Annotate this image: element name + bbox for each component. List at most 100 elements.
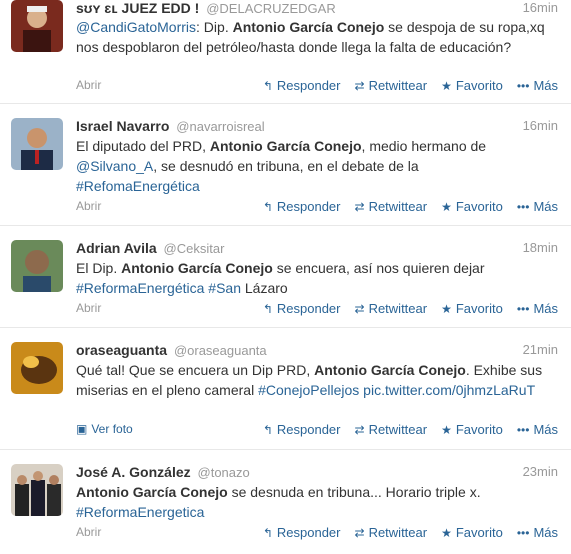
photo-icon: ▣ [76, 422, 88, 436]
tweet-text-segment: Qué tal! Que se encuera un Dip PRD, [76, 362, 315, 378]
fullname[interactable]: Israel Navarro [76, 118, 169, 134]
tweet-item[interactable]: José A. González @tonazo 23min Antonio G… [0, 450, 571, 554]
tweet-footer: Abrir ↰ Responder ⇄ Retwittear ★ Favorito •… [76, 525, 558, 543]
star-icon: ★ [441, 78, 452, 93]
tweet-item[interactable]: sʊʏ ɛʟ JUEZ EDD ! @DELACRUZEDGAR 16min @… [0, 0, 571, 104]
avatar[interactable] [11, 342, 63, 394]
tweet-item[interactable]: oraseaguanta @oraseaguanta 21min Qué tal… [0, 328, 571, 450]
tweet-text-segment: Lázaro [241, 280, 288, 296]
avatar[interactable] [11, 0, 63, 52]
tweet-text-segment: se encuera, así nos quieren dejar [272, 260, 485, 276]
timestamp[interactable]: 16min [523, 0, 558, 15]
hashtag-link[interactable]: #San [208, 280, 241, 296]
screenname[interactable]: @tonazo [198, 465, 250, 480]
reply-button[interactable]: ↰ Responder [263, 422, 341, 437]
tweet-actions: ↰ Responder ⇄ Retwittear ★ Favorito ••• Más [249, 301, 558, 316]
favorite-button[interactable]: ★ Favorito [441, 422, 503, 437]
tweet-actions: ↰ Responder ⇄ Retwittear ★ Favorito ••• Más [249, 78, 558, 93]
favorite-button[interactable]: ★ Favorito [441, 525, 503, 540]
favorite-button[interactable]: ★ Favorito [441, 199, 503, 214]
favorite-button[interactable]: ★ Favorito [441, 301, 503, 316]
fullname[interactable]: José A. González [76, 464, 191, 480]
retweet-button[interactable]: ⇄ Retwittear [355, 301, 428, 316]
tweet-header: oraseaguanta @oraseaguanta [76, 342, 571, 358]
view-photo-link[interactable]: ▣ Ver foto [76, 422, 133, 436]
retweet-button[interactable]: ⇄ Retwittear [355, 199, 428, 214]
open-link[interactable]: Abrir [76, 199, 101, 213]
tweet-footer: Abrir ↰ Responder ⇄ Retwittear ★ Favorito •… [76, 301, 558, 319]
ellipsis-icon: ••• [516, 525, 530, 540]
hashtag-link[interactable]: #ReformaEnergetica [76, 504, 204, 520]
open-link[interactable]: Abrir [76, 78, 101, 92]
timestamp[interactable]: 21min [523, 342, 558, 357]
fullname[interactable]: Adrian Avila [76, 240, 157, 256]
tweet-text-segment: , se desnudó en tribuna, en el debate de… [153, 158, 419, 174]
retweet-icon: ⇄ [354, 422, 365, 437]
retweet-icon: ⇄ [354, 199, 365, 214]
retweet-icon: ⇄ [354, 78, 365, 93]
retweet-button[interactable]: ⇄ Retwittear [355, 78, 428, 93]
more-button[interactable]: ••• Más [517, 525, 558, 540]
reply-icon: ↰ [262, 525, 273, 540]
retweet-button[interactable]: ⇄ Retwittear [355, 525, 428, 540]
timestamp[interactable]: 23min [523, 464, 558, 479]
tweet-item[interactable]: Israel Navarro @navarroisreal 16min El d… [0, 104, 571, 226]
reply-icon: ↰ [262, 199, 273, 214]
tweet-text-segment: El diputado del PRD, [76, 138, 210, 154]
tweet-text-segment: El Dip. [76, 260, 122, 276]
pic-link[interactable]: pic.twitter.com/0jhmzLaRuT [363, 382, 535, 398]
avatar[interactable] [11, 240, 63, 292]
reply-button[interactable]: ↰ Responder [263, 525, 341, 540]
reply-button[interactable]: ↰ Responder [263, 199, 341, 214]
screenname[interactable]: @DELACRUZEDGAR [206, 1, 336, 16]
ellipsis-icon: ••• [516, 301, 530, 316]
open-link[interactable]: Abrir [76, 301, 101, 315]
ellipsis-icon: ••• [516, 199, 530, 214]
tweet-header: Israel Navarro @navarroisreal [76, 118, 571, 134]
star-icon: ★ [441, 199, 452, 214]
reply-icon: ↰ [262, 78, 273, 93]
screenname[interactable]: @oraseaguanta [174, 343, 267, 358]
tweet-timeline: sʊʏ ɛʟ JUEZ EDD ! @DELACRUZEDGAR 16min @… [0, 0, 571, 544]
reply-icon: ↰ [262, 301, 273, 316]
timestamp[interactable]: 16min [523, 118, 558, 133]
retweet-button[interactable]: ⇄ Retwittear [355, 422, 428, 437]
tweet-footer: Abrir ↰ Responder ⇄ Retwittear ★ Favorito •… [76, 199, 558, 217]
highlighted-name: Antonio García Conejo [314, 362, 466, 378]
more-button[interactable]: ••• Más [517, 199, 558, 214]
tweet-footer: ▣ Ver foto ↰ Responder ⇄ Retwittear ★ Favori… [76, 422, 558, 440]
star-icon: ★ [441, 422, 452, 437]
more-button[interactable]: ••• Más [517, 422, 558, 437]
screenname[interactable]: @navarroisreal [176, 119, 264, 134]
reply-button[interactable]: ↰ Responder [263, 78, 341, 93]
hashtag-link[interactable]: #ConejoPellejos [258, 382, 359, 398]
tweet-actions: ↰ Responder ⇄ Retwittear ★ Favorito ••• Más [249, 422, 558, 437]
tweet-footer: Abrir ↰ Responder ⇄ Retwittear ★ Favorito •… [76, 78, 558, 96]
fullname[interactable]: sʊʏ ɛʟ JUEZ EDD ! [76, 0, 199, 16]
tweet-text: Antonio García Conejo se desnuda en trib… [76, 482, 546, 522]
mention-link[interactable]: @CandiGatoMorris [76, 19, 196, 35]
tweet-header: Adrian Avila @Ceksitar [76, 240, 571, 256]
more-button[interactable]: ••• Más [517, 301, 558, 316]
avatar[interactable] [11, 464, 63, 516]
reply-icon: ↰ [262, 422, 273, 437]
tweet-text: El Dip. Antonio García Conejo se encuera… [76, 258, 546, 298]
tweet-text-segment: , medio hermano de [361, 138, 487, 154]
tweet-header: sʊʏ ɛʟ JUEZ EDD ! @DELACRUZEDGAR [76, 0, 571, 16]
ellipsis-icon: ••• [516, 78, 530, 93]
favorite-button[interactable]: ★ Favorito [441, 78, 503, 93]
open-link[interactable]: Abrir [76, 525, 101, 539]
star-icon: ★ [441, 301, 452, 316]
retweet-icon: ⇄ [354, 301, 365, 316]
tweet-item[interactable]: Adrian Avila @Ceksitar 18min El Dip. Ant… [0, 226, 571, 328]
tweet-text: Qué tal! Que se encuera un Dip PRD, Anto… [76, 360, 546, 400]
timestamp[interactable]: 18min [523, 240, 558, 255]
screenname[interactable]: @Ceksitar [164, 241, 225, 256]
fullname[interactable]: oraseaguanta [76, 342, 167, 358]
avatar[interactable] [11, 118, 63, 170]
hashtag-link[interactable]: #RefomaEnergética [76, 178, 200, 194]
mention-link[interactable]: @Silvano_A [76, 158, 153, 174]
more-button[interactable]: ••• Más [517, 78, 558, 93]
reply-button[interactable]: ↰ Responder [263, 301, 341, 316]
hashtag-link[interactable]: #ReformaEnergética [76, 280, 204, 296]
